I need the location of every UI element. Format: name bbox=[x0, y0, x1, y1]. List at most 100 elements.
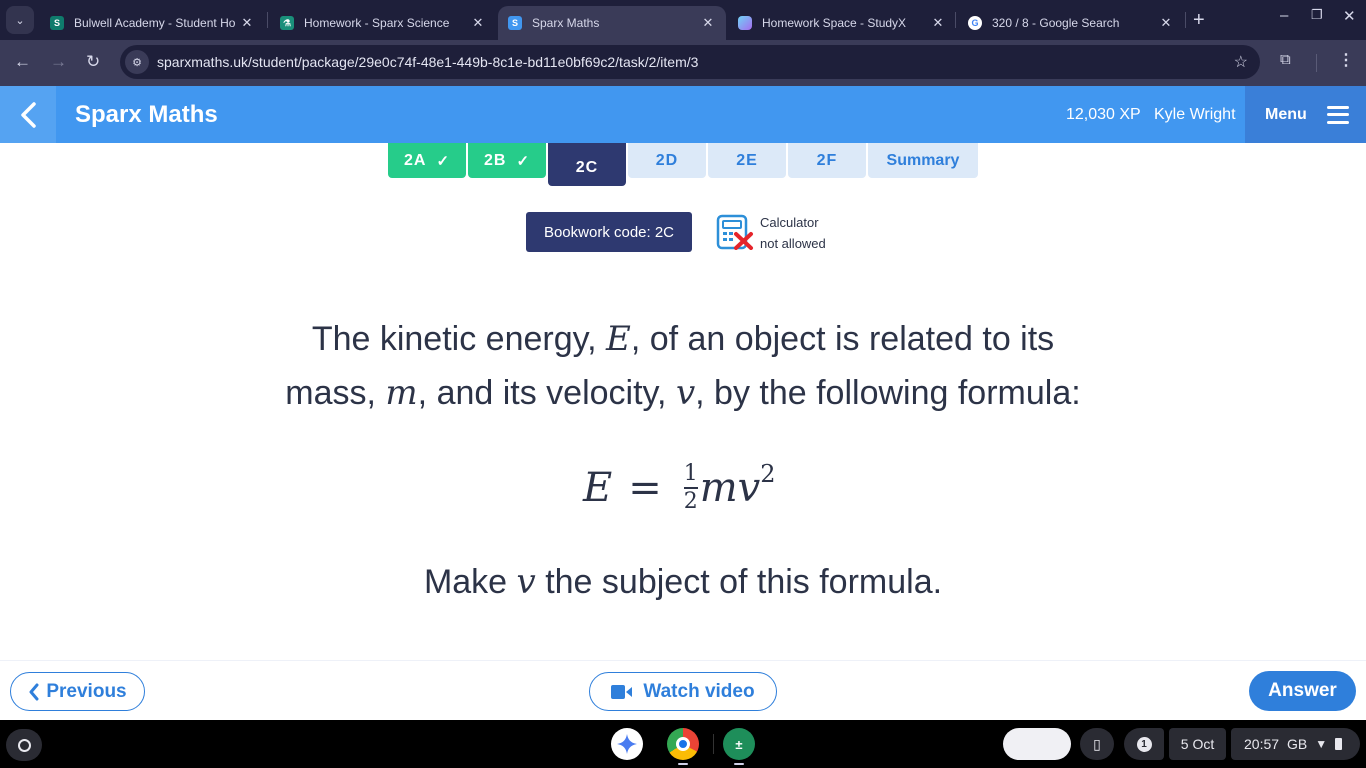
phone-hub-button[interactable]: ▯ bbox=[1080, 728, 1114, 760]
shelf-separator bbox=[713, 734, 714, 754]
footer-divider bbox=[0, 660, 1366, 661]
tab-title: Homework - Sparx Science bbox=[304, 16, 450, 30]
back-icon[interactable]: ← bbox=[14, 52, 31, 72]
task-tab-label: 2C bbox=[575, 158, 599, 176]
google-icon: G bbox=[968, 16, 982, 30]
answer-button[interactable]: Answer bbox=[1249, 671, 1356, 711]
date-text: 5 Oct bbox=[1180, 736, 1215, 752]
chrome-app[interactable] bbox=[667, 728, 699, 760]
task-tab-2b[interactable]: 2B ✓ bbox=[468, 143, 546, 178]
tab-separator bbox=[955, 12, 956, 28]
battery-icon bbox=[1335, 738, 1343, 750]
restore-icon[interactable]: ❐ bbox=[1311, 7, 1323, 23]
clock-text: 20:57 bbox=[1244, 736, 1280, 752]
formula-lhs: E bbox=[583, 465, 613, 511]
formula-rhs: mv bbox=[699, 465, 761, 511]
browser-tab-google[interactable]: G 320 / 8 - Google Search ✕ bbox=[958, 6, 1184, 40]
browser-toolbar: ← → ↻ ⚙ sparxmaths.uk/student/package/29… bbox=[0, 40, 1366, 86]
xp-count: 12,030 XP bbox=[1066, 106, 1141, 123]
calculator-not-allowed-icon bbox=[716, 214, 753, 250]
calculator-icon: ± bbox=[735, 736, 743, 752]
close-tab-icon[interactable]: ✕ bbox=[468, 15, 488, 31]
formula: E = 1 2 mv 2 bbox=[583, 458, 776, 518]
hamburger-icon bbox=[1326, 105, 1349, 124]
task-tab-label: Summary bbox=[886, 151, 960, 169]
close-tab-icon[interactable]: ✕ bbox=[928, 15, 948, 31]
browser-tab-sparx-science[interactable]: ⚗ Homework - Sparx Science ✕ bbox=[270, 6, 496, 40]
menu-label: Menu bbox=[1265, 105, 1307, 123]
launcher-icon bbox=[17, 738, 31, 752]
launcher-button[interactable] bbox=[6, 729, 42, 761]
question-line-2: mass, m, and its velocity, v, by the fol… bbox=[285, 373, 1081, 413]
sparx-header: Sparx Maths 12,030 XP Kyle Wright Menu bbox=[0, 86, 1366, 143]
extensions-icon[interactable]: ⧉ bbox=[1280, 51, 1291, 68]
desk-thumbnails[interactable] bbox=[1003, 728, 1071, 760]
bookwork-code-badge: Bookwork code: 2C bbox=[526, 212, 692, 252]
task-tab-2c[interactable]: 2C bbox=[548, 143, 626, 186]
date-button[interactable]: 5 Oct bbox=[1169, 728, 1226, 760]
answer-label: Answer bbox=[1268, 680, 1337, 701]
reload-icon[interactable]: ↻ bbox=[86, 52, 100, 72]
browser-tab-sparx-maths[interactable]: S Sparx Maths ✕ bbox=[498, 6, 726, 40]
tab-search-button[interactable]: ⌄ bbox=[6, 6, 34, 34]
toolbar-separator bbox=[1316, 54, 1317, 72]
keyboard-locale: GB bbox=[1287, 736, 1308, 752]
checkmark-icon: ✓ bbox=[436, 152, 451, 170]
new-tab-button[interactable]: + bbox=[1193, 9, 1205, 32]
task-tab-2d[interactable]: 2D bbox=[628, 143, 706, 178]
close-tab-icon[interactable]: ✕ bbox=[237, 15, 257, 31]
app-title: Sparx Maths bbox=[75, 101, 218, 128]
watch-video-button[interactable]: Watch video bbox=[589, 672, 777, 711]
address-bar[interactable]: ⚙ sparxmaths.uk/student/package/29e0c74f… bbox=[120, 45, 1260, 79]
tab-title: Sparx Maths bbox=[532, 16, 600, 30]
math-variable: E bbox=[606, 319, 631, 359]
browser-tab-studyx[interactable]: Homework Space - StudyX ✕ bbox=[728, 6, 956, 40]
chrome-icon bbox=[676, 737, 690, 751]
notification-count-badge: 1 bbox=[1136, 736, 1152, 752]
calculator-app[interactable]: ± bbox=[723, 728, 755, 760]
task-tab-label: 2D bbox=[655, 151, 679, 169]
task-tab-summary[interactable]: Summary bbox=[868, 143, 978, 178]
video-camera-icon bbox=[611, 684, 633, 699]
menu-button[interactable]: Menu bbox=[1245, 86, 1366, 143]
forward-icon[interactable]: → bbox=[50, 52, 67, 72]
task-tab-label: 2A bbox=[403, 151, 427, 169]
calculator-status-line1: Calculator bbox=[760, 215, 819, 230]
bookmark-star-icon[interactable]: ☆ bbox=[1234, 52, 1248, 72]
task-tab-label: 2F bbox=[816, 151, 838, 169]
tab-separator bbox=[267, 12, 268, 28]
flask-icon: ⚗ bbox=[280, 16, 294, 30]
gemini-app[interactable] bbox=[611, 728, 643, 760]
site-info-icon[interactable]: ⚙ bbox=[125, 50, 149, 74]
question-text: The kinetic energy, E, of an object is r… bbox=[183, 312, 1183, 420]
browser-tab-bulwell[interactable]: S Bulwell Academy - Student Ho ✕ bbox=[40, 6, 265, 40]
system-tray[interactable]: 20:57 GB ▼ bbox=[1231, 728, 1360, 760]
task-tab-2a[interactable]: 2A ✓ bbox=[388, 143, 466, 178]
browser-tab-strip: ⌄ S Bulwell Academy - Student Ho ✕ ⚗ Hom… bbox=[0, 0, 1366, 40]
back-button[interactable] bbox=[0, 86, 56, 143]
previous-label: Previous bbox=[46, 680, 127, 702]
math-variable: v bbox=[675, 373, 696, 413]
chevron-left-icon bbox=[21, 101, 36, 128]
close-window-icon[interactable]: ✕ bbox=[1343, 7, 1356, 25]
task-tab-2e[interactable]: 2E bbox=[708, 143, 786, 178]
task-tab-2f[interactable]: 2F bbox=[788, 143, 866, 178]
math-variable: v bbox=[516, 562, 536, 602]
math-variable: m bbox=[385, 373, 418, 413]
chevron-left-icon bbox=[29, 683, 39, 700]
url-text[interactable]: sparxmaths.uk/student/package/29e0c74f-4… bbox=[157, 54, 698, 70]
running-indicator bbox=[734, 763, 744, 765]
fraction-numerator: 1 bbox=[683, 461, 698, 486]
watch-video-label: Watch video bbox=[643, 680, 755, 702]
close-tab-icon[interactable]: ✕ bbox=[698, 15, 718, 31]
minimize-icon[interactable]: – bbox=[1280, 7, 1288, 24]
chevron-down-icon: ⌄ bbox=[15, 14, 25, 27]
task-tab-label: 2B bbox=[483, 151, 507, 169]
close-tab-icon[interactable]: ✕ bbox=[1156, 15, 1176, 31]
bookwork-code-label: Bookwork code: 2C bbox=[543, 223, 675, 241]
calculator-status: Calculator not allowed bbox=[760, 212, 826, 254]
notifications-button[interactable]: 1 bbox=[1124, 728, 1164, 760]
fraction-denominator: 2 bbox=[683, 489, 698, 514]
browser-menu-icon[interactable]: ⋮ bbox=[1338, 50, 1354, 70]
previous-button[interactable]: Previous bbox=[10, 672, 145, 711]
